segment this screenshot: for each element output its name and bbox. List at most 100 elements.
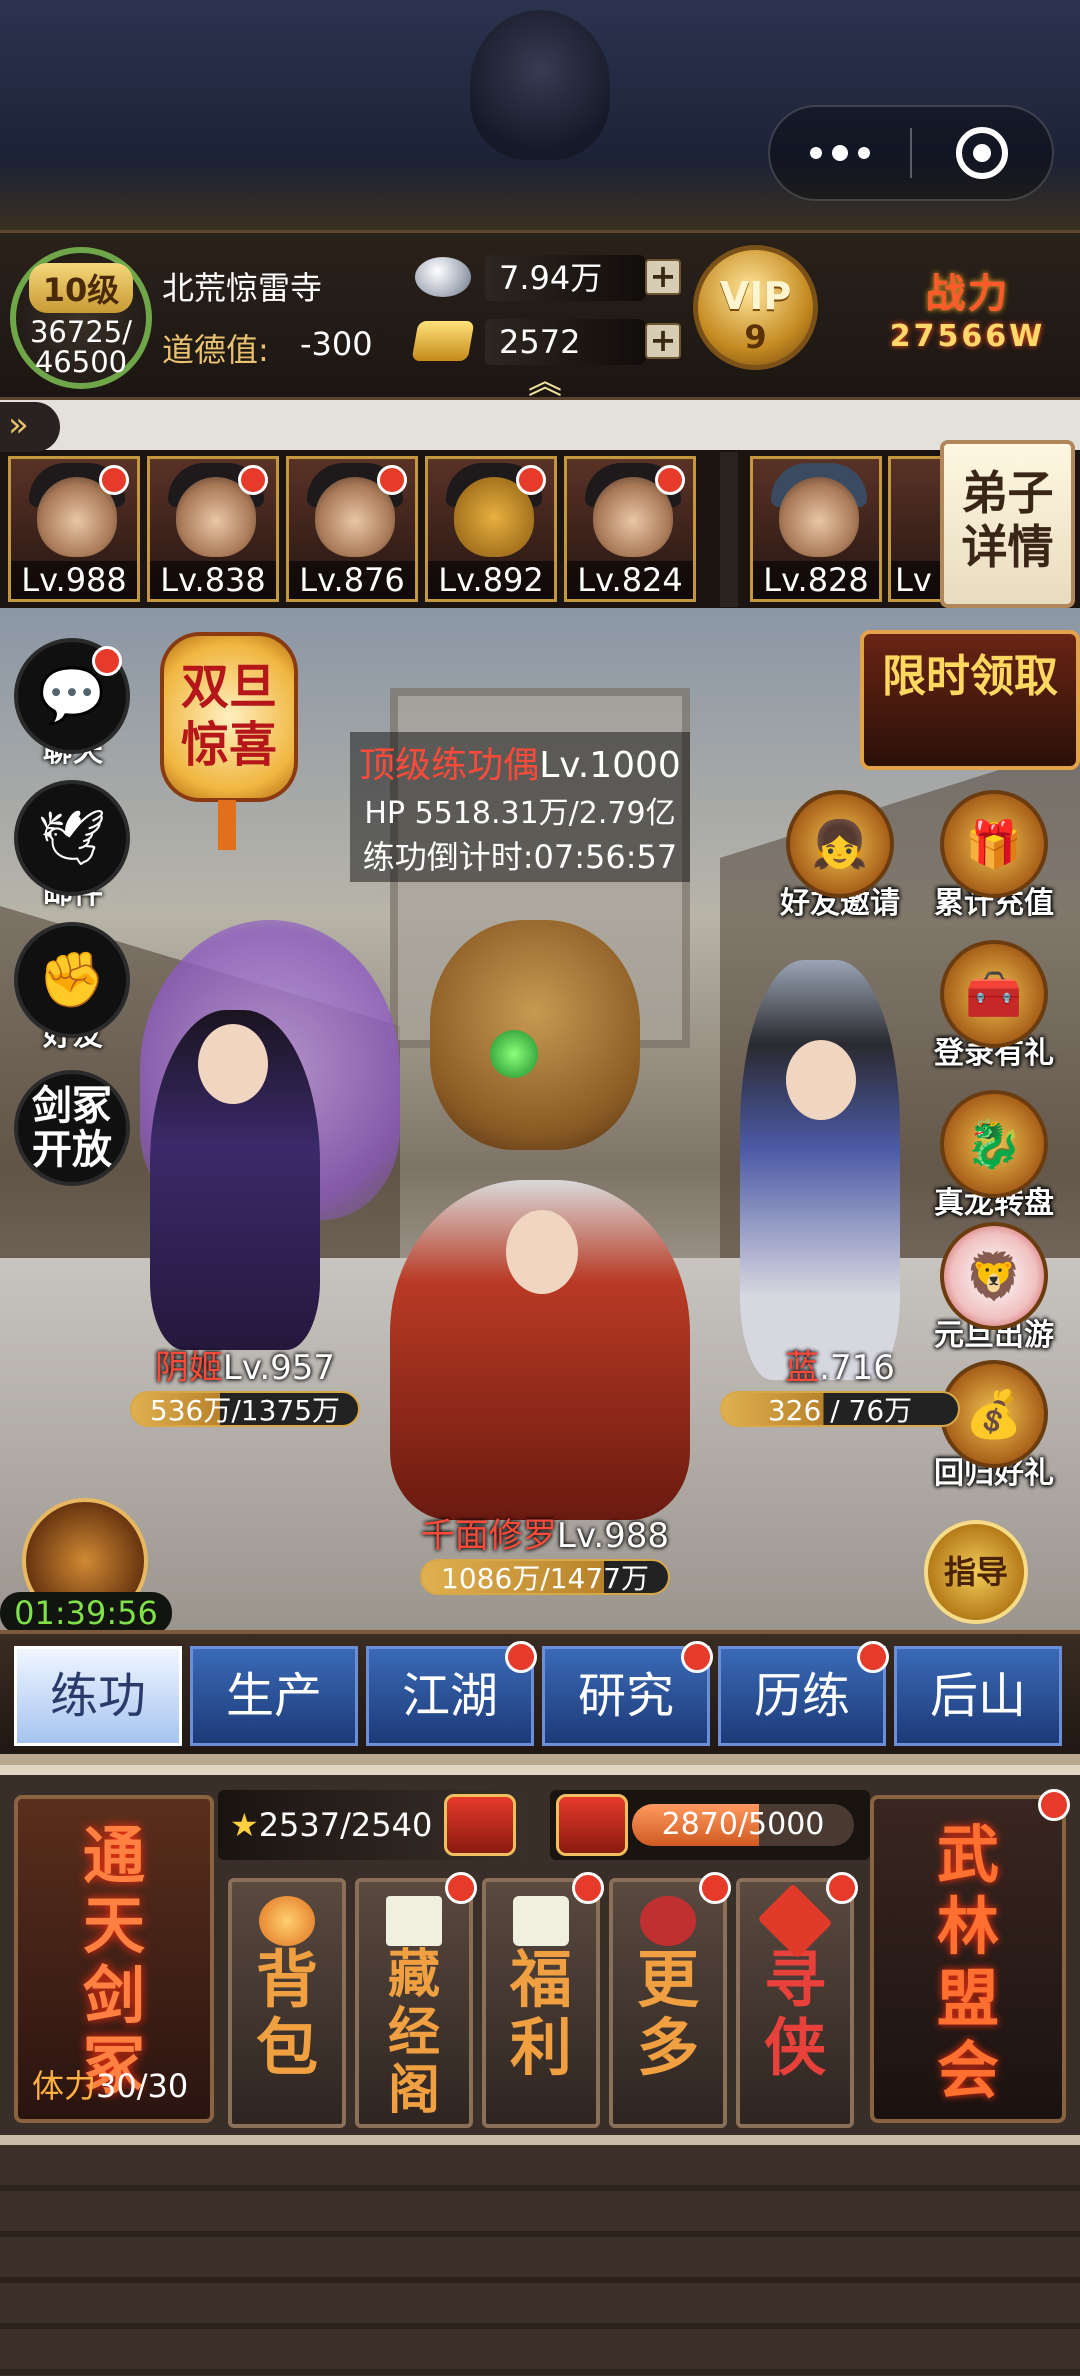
tongtian-sword-tomb-button[interactable]: 通天剑冢 体力30/30 xyxy=(14,1795,214,2123)
hero-right-nameline: 蓝.716 xyxy=(710,1340,970,1389)
scripture-pavilion-button[interactable]: 藏经阁 xyxy=(355,1872,477,2128)
tab-experience[interactable]: 历练 xyxy=(718,1641,889,1746)
friend-invite-button[interactable]: 👧 好友邀请 xyxy=(750,790,930,922)
hero-mid-hp-bar: 1086万/1477万 xyxy=(420,1559,670,1595)
cumulative-recharge-button[interactable]: 🎁 累计充值 xyxy=(908,790,1080,922)
tab-training[interactable]: 练功 xyxy=(14,1646,182,1746)
double-holiday-lantern[interactable]: 双旦惊喜 xyxy=(160,632,298,802)
close-target-icon[interactable] xyxy=(912,127,1052,179)
tab-jianghu[interactable]: 江湖 xyxy=(366,1641,537,1746)
silver-ingot-icon xyxy=(415,257,471,297)
sword-tomb-label: 剑冢开放 xyxy=(14,1070,130,1186)
golden-toad-training-dummy[interactable] xyxy=(430,920,640,1150)
silver-currency: 7.94万 + xyxy=(415,253,681,303)
hero-mid-nameline: 千面修罗Lv.988 xyxy=(400,1508,690,1557)
dove-mail-icon: 🕊 xyxy=(14,780,130,896)
notification-dot xyxy=(1038,1789,1070,1821)
expand-arrow-icon[interactable]: » xyxy=(0,402,60,452)
player-level-badge[interactable]: 10级 36725/ 46500 xyxy=(10,247,152,389)
martial-alliance-label: 武林盟会 xyxy=(936,1818,999,2107)
tab-label: 历练 xyxy=(753,1668,850,1724)
tab-label: 研究 xyxy=(577,1668,674,1724)
backpack-button[interactable]: 背包 xyxy=(228,1878,346,2128)
hero-mid-status: 千面修罗Lv.988 1086万/1477万 xyxy=(400,1508,690,1595)
login-gift-button[interactable]: 🧰 登录有礼 xyxy=(908,940,1080,1072)
friends-button[interactable]: ✊ 好友 xyxy=(14,922,132,1054)
notification-dot xyxy=(92,646,122,676)
tab-label: 后山 xyxy=(929,1668,1026,1724)
tab-research[interactable]: 研究 xyxy=(542,1641,713,1746)
disciple-detail-button[interactable]: 弟子详情 xyxy=(940,440,1075,608)
treasure-chest-icon: 🧰 xyxy=(940,940,1048,1048)
disciple-card[interactable]: Lv.828 xyxy=(750,456,882,602)
notification-dot xyxy=(238,465,268,495)
notification-dot xyxy=(445,1872,477,1904)
star-count: 2537/2540 xyxy=(258,1806,433,1844)
martial-alliance-button[interactable]: 武林盟会 xyxy=(870,1789,1070,2123)
notification-dot xyxy=(681,1641,713,1673)
disciple-card[interactable]: Lv.988 xyxy=(8,456,140,602)
disciple-level: Lv.892 xyxy=(428,561,554,599)
disciple-card[interactable]: Lv.824 xyxy=(564,456,696,602)
morality-label: 道德值: xyxy=(162,331,269,369)
seek-hero-button[interactable]: 寻侠 xyxy=(736,1872,858,2128)
strip-top-band xyxy=(0,400,1080,450)
add-gold-button[interactable]: + xyxy=(645,323,681,359)
expand-chevron-icon[interactable]: ︽ xyxy=(528,365,562,399)
player-xp: 36725/ xyxy=(29,315,133,349)
hero-left-status: 阴姬Lv.957 536万/1375万 xyxy=(125,1340,365,1427)
hero-qianmian-xiuluo[interactable] xyxy=(390,1180,690,1520)
power-value: 27566W xyxy=(889,319,1046,354)
points-reward-chest-icon[interactable] xyxy=(556,1794,628,1856)
combat-power[interactable]: 战力 27566W xyxy=(860,261,1075,354)
guide-button[interactable]: 指导 xyxy=(924,1520,1028,1624)
hero-yinji[interactable] xyxy=(150,1010,320,1350)
silver-amount: 7.94万 xyxy=(485,255,645,301)
points-progress-text: 2870/5000 xyxy=(661,1807,825,1842)
notification-dot xyxy=(826,1872,858,1904)
backpack-label: 背包 xyxy=(255,1943,318,2084)
disciple-card[interactable]: Lv.838 xyxy=(147,456,279,602)
more-button[interactable]: 更多 xyxy=(609,1872,731,2128)
tongtian-title: 通天剑冢 xyxy=(82,1819,145,2102)
more-icon[interactable] xyxy=(770,107,910,199)
disciple-divider xyxy=(720,452,738,607)
sword-tomb-open-button[interactable]: 剑冢开放 xyxy=(14,1070,132,1186)
event-timer: 01:39:56 xyxy=(0,1592,172,1634)
star-reward-chest-icon[interactable] xyxy=(444,1794,516,1856)
bag-icon xyxy=(259,1896,315,1946)
add-silver-button[interactable]: + xyxy=(645,259,681,295)
player-info-bar: 10级 36725/ 46500 北荒惊雷寺 道德值: -300 7.94万 +… xyxy=(0,230,1080,400)
disciple-card[interactable]: Lv.876 xyxy=(286,456,418,602)
jade-gem xyxy=(490,1030,538,1078)
disciple-card[interactable]: Lv xyxy=(888,456,948,602)
notification-dot xyxy=(505,1641,537,1673)
notification-dot xyxy=(857,1641,889,1673)
tab-production[interactable]: 生产 xyxy=(190,1646,358,1746)
notification-dot xyxy=(699,1872,731,1904)
boss-level: Lv.1000 xyxy=(539,745,681,786)
hero-left-name: 阴姬 xyxy=(154,1348,223,1388)
welfare-label: 福利 xyxy=(509,1943,572,2084)
gold-bar-icon xyxy=(411,321,475,361)
mail-button[interactable]: 🕊 邮件 xyxy=(14,780,132,912)
vip-badge[interactable]: VIP 9 xyxy=(693,245,818,370)
friend-invite-icon: 👧 xyxy=(786,790,894,898)
hero-left-nameline: 阴姬Lv.957 xyxy=(125,1340,365,1389)
points-progress: 2870/5000 xyxy=(550,1790,870,1860)
boss-hp: HP 5518.31万/2.79亿 xyxy=(364,796,676,831)
seek-hero-label: 寻侠 xyxy=(763,1943,826,2084)
disciple-card[interactable]: Lv.892 xyxy=(425,456,557,602)
hero-left-level: Lv.957 xyxy=(222,1348,336,1388)
disciple-level: Lv.824 xyxy=(567,561,693,599)
tab-backmountain[interactable]: 后山 xyxy=(894,1646,1062,1746)
new-year-tour-button[interactable]: 🦁 元旦出游 xyxy=(908,1222,1080,1354)
limited-claim-button[interactable]: 限时领取 xyxy=(860,630,1080,770)
chat-button[interactable]: 💬 聊天 xyxy=(14,638,132,770)
miniprogram-capsule xyxy=(768,105,1054,201)
hero-lan[interactable] xyxy=(740,960,900,1380)
welfare-button[interactable]: 福利 xyxy=(482,1872,604,2128)
dragon-wheel-button[interactable]: 🐉 真龙转盘 xyxy=(908,1090,1080,1222)
stamina-value: 30/30 xyxy=(96,2067,189,2105)
hero-right-status: 蓝.716 326 / 76万 xyxy=(710,1340,970,1427)
